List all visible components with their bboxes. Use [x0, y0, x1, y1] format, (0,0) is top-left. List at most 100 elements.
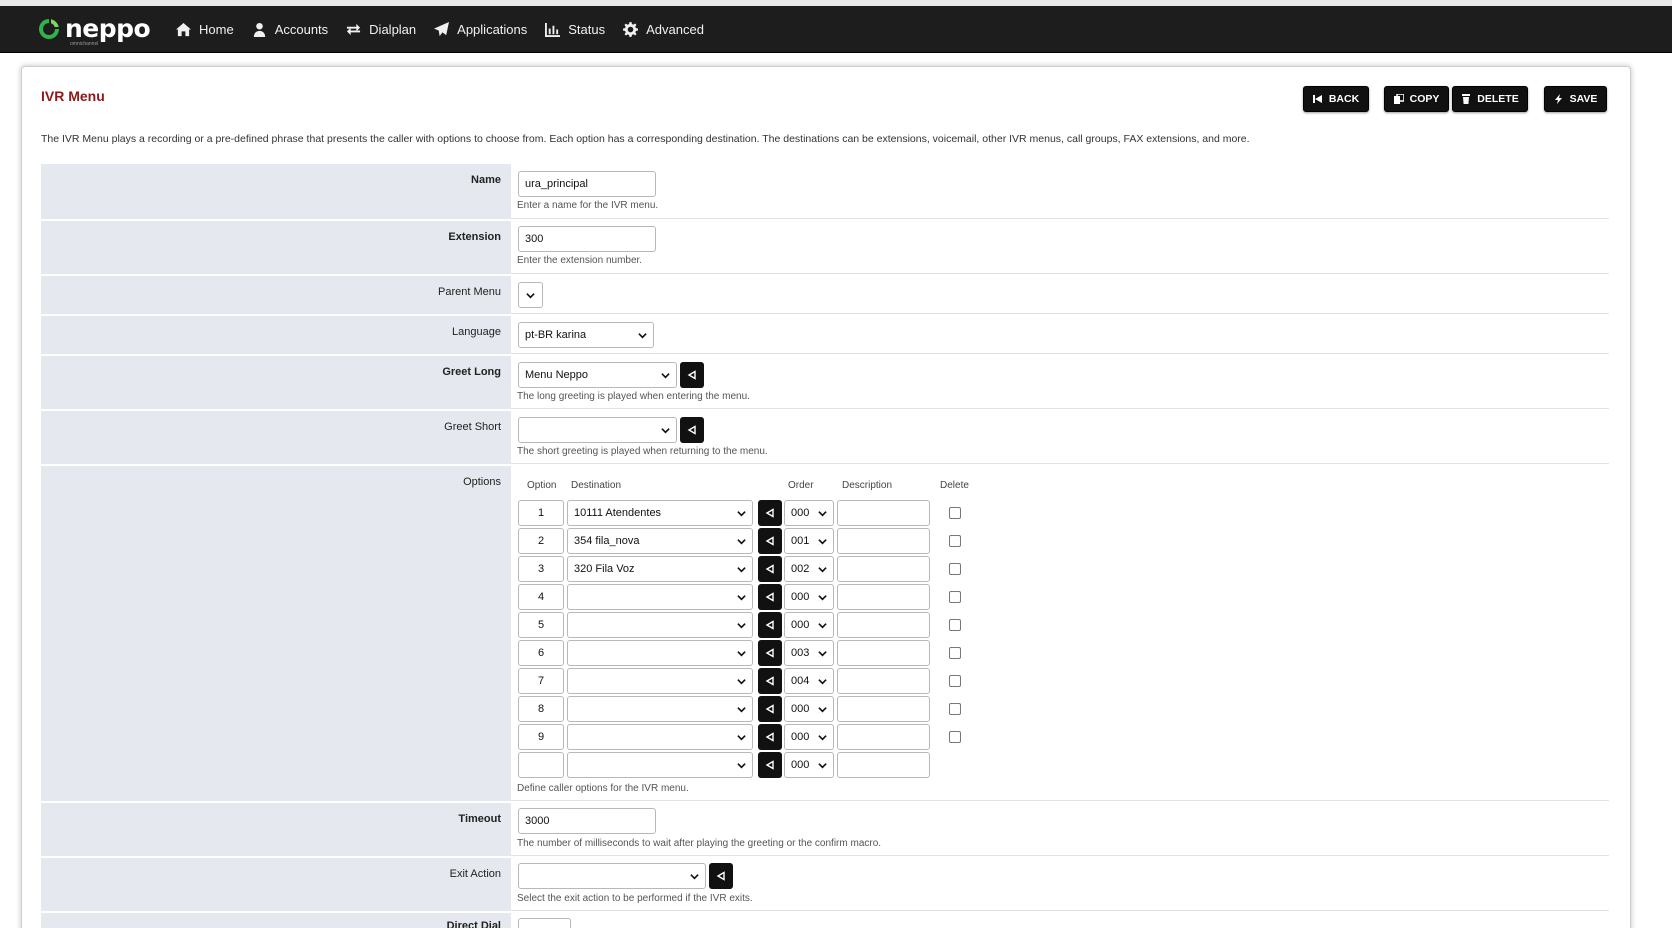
direct-dial-label: Direct Dial [41, 913, 511, 928]
option-key-input[interactable]: 2 [518, 528, 564, 554]
option-play-button[interactable] [758, 528, 782, 554]
option-description-input[interactable] [837, 696, 930, 722]
option-key-input[interactable]: 4 [518, 584, 564, 610]
option-delete-checkbox[interactable] [949, 563, 961, 575]
option-delete-checkbox[interactable] [949, 591, 961, 603]
option-key-input[interactable]: 3 [518, 556, 564, 582]
chevron-down-icon [818, 679, 827, 685]
nav-status-label: Status [568, 22, 606, 37]
greet-long-play-button[interactable] [680, 362, 704, 388]
language-select[interactable]: pt-BR karina [518, 322, 654, 348]
option-play-button[interactable] [758, 500, 782, 526]
option-order-select[interactable]: 004 [784, 668, 834, 694]
play-icon [765, 564, 774, 574]
option-order-select[interactable]: 002 [784, 556, 834, 582]
copy-button[interactable]: COPY [1384, 86, 1449, 112]
option-delete-checkbox[interactable] [949, 535, 961, 547]
option-description-input[interactable] [837, 500, 930, 526]
option-delete-checkbox[interactable] [949, 507, 961, 519]
name-input[interactable]: ura_principal [518, 171, 656, 197]
option-order-select[interactable]: 003 [784, 640, 834, 666]
option-destination-select[interactable] [567, 584, 753, 610]
exit-action-select[interactable] [518, 863, 706, 889]
option-order-select[interactable]: 000 [784, 500, 834, 526]
option-key-input[interactable]: 5 [518, 612, 564, 638]
parent-menu-select[interactable] [518, 282, 543, 308]
brand-logo[interactable]: neppo omnichannel [37, 14, 151, 47]
chevron-down-icon [818, 651, 827, 657]
timeout-input[interactable]: 3000 [518, 808, 656, 834]
direct-dial-input[interactable] [518, 918, 571, 928]
brand-name: neppo [65, 14, 151, 43]
option-delete-checkbox[interactable] [949, 731, 961, 743]
option-destination-select[interactable] [567, 612, 753, 638]
back-button-label: BACK [1328, 93, 1360, 105]
option-key-input[interactable]: 6 [518, 640, 564, 666]
name-row [511, 164, 1609, 219]
option-play-button[interactable] [758, 724, 782, 750]
option-play-button[interactable] [758, 556, 782, 582]
option-destination-select[interactable]: 10111 Atendentes [567, 500, 753, 526]
option-order-select[interactable]: 000 [784, 752, 834, 778]
option-key-input[interactable]: 1 [518, 500, 564, 526]
options-header-option: Option [527, 480, 557, 491]
option-order-select[interactable]: 000 [784, 724, 834, 750]
option-key-input[interactable] [518, 752, 564, 778]
chevron-down-icon [737, 511, 746, 517]
brand-subtitle: omnichannel [70, 41, 99, 47]
greet-short-select[interactable] [518, 417, 677, 443]
option-destination-select[interactable] [567, 724, 753, 750]
option-description-input[interactable] [837, 556, 930, 582]
option-delete-checkbox[interactable] [949, 675, 961, 687]
option-order-select[interactable]: 000 [784, 584, 834, 610]
option-order-select[interactable]: 000 [784, 696, 834, 722]
option-destination-select[interactable] [567, 696, 753, 722]
exit-action-play-button[interactable] [709, 863, 733, 889]
save-button[interactable]: SAVE [1544, 86, 1607, 112]
option-play-button[interactable] [758, 668, 782, 694]
greet-short-play-button[interactable] [680, 417, 704, 443]
option-destination-select[interactable] [567, 752, 753, 778]
option-key-input[interactable]: 9 [518, 724, 564, 750]
chevron-down-icon [737, 679, 746, 685]
timeout-hint: The number of milliseconds to wait after… [517, 838, 882, 849]
option-description-input[interactable] [837, 528, 930, 554]
option-description-input[interactable] [837, 640, 930, 666]
option-key-input[interactable]: 8 [518, 696, 564, 722]
nav-applications[interactable]: Applications [434, 22, 527, 37]
option-play-button[interactable] [758, 696, 782, 722]
option-description-input[interactable] [837, 752, 930, 778]
nav-accounts[interactable]: Accounts [252, 22, 328, 37]
option-description-input[interactable] [837, 612, 930, 638]
back-button[interactable]: BACK [1303, 86, 1369, 112]
option-destination-select[interactable] [567, 640, 753, 666]
option-description-input[interactable] [837, 584, 930, 610]
option-destination-select[interactable]: 320 Fila Voz [567, 556, 753, 582]
option-description-input[interactable] [837, 668, 930, 694]
option-delete-checkbox[interactable] [949, 647, 961, 659]
option-delete-checkbox[interactable] [949, 703, 961, 715]
extension-input[interactable]: 300 [518, 226, 656, 252]
option-destination-select[interactable]: 354 fila_nova [567, 528, 753, 554]
greet-long-select[interactable]: Menu Neppo [518, 362, 677, 388]
delete-button[interactable]: DELETE [1452, 86, 1528, 112]
option-key-input[interactable]: 7 [518, 668, 564, 694]
nav-advanced[interactable]: Advanced [623, 22, 704, 37]
option-order-select[interactable]: 000 [784, 612, 834, 638]
nav-home[interactable]: Home [176, 22, 234, 37]
option-order-select[interactable]: 001 [784, 528, 834, 554]
play-icon [765, 704, 774, 714]
bolt-icon [1554, 94, 1562, 104]
option-play-button[interactable] [758, 584, 782, 610]
nav-status[interactable]: Status [545, 22, 605, 37]
nav-dialplan[interactable]: Dialplan [346, 22, 416, 37]
option-play-button[interactable] [758, 640, 782, 666]
option-delete-checkbox[interactable] [949, 619, 961, 631]
option-destination-value: 320 Fila Voz [574, 563, 635, 575]
option-description-input[interactable] [837, 724, 930, 750]
bar-chart-icon [545, 22, 561, 37]
option-destination-select[interactable] [567, 668, 753, 694]
option-play-button[interactable] [758, 612, 782, 638]
option-play-button[interactable] [758, 752, 782, 778]
option-order-value: 000 [791, 731, 810, 743]
